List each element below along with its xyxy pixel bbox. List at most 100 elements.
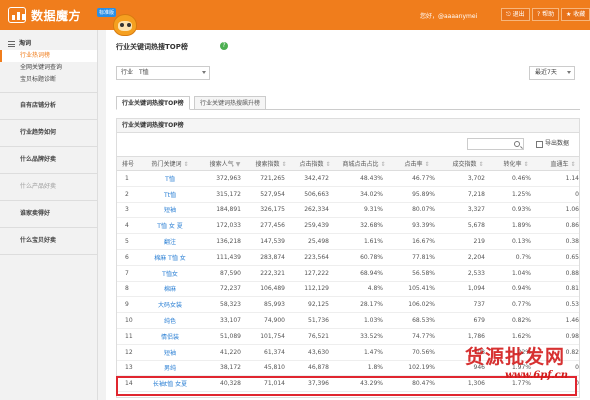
table-cell: 92,125 — [293, 296, 337, 314]
keyword-link[interactable]: 短袖 — [139, 202, 201, 219]
tab-rising-list[interactable]: 行业关键词热搜飙升榜 — [194, 96, 267, 110]
column-header[interactable]: 热门关键词 ⇕ — [139, 156, 201, 171]
table-cell: 147,539 — [249, 233, 293, 250]
table-cell: 223,564 — [293, 249, 337, 266]
table-cell: 2,204 — [443, 249, 493, 266]
sidebar-item-hot-words[interactable]: 行业热词榜 — [0, 50, 97, 62]
column-header[interactable]: 排号 — [117, 156, 139, 171]
help-button[interactable]: ? 帮助 — [532, 8, 560, 21]
help-icon[interactable]: ? — [220, 42, 228, 50]
table-cell: 1.03% — [337, 312, 391, 329]
column-header[interactable]: 点击率 ⇕ — [391, 156, 443, 171]
column-header[interactable]: 商城点击占比 ⇕ — [337, 156, 391, 171]
table-cell: 6 — [117, 249, 139, 266]
table-cell: 127,222 — [293, 265, 337, 282]
table-cell: 9 — [117, 296, 139, 314]
keyword-link[interactable]: 长袖t恤 女夏 — [139, 375, 201, 393]
keyword-link[interactable]: T恤 女 夏 — [139, 217, 201, 235]
table-cell: 262,334 — [293, 202, 337, 219]
sort-icon[interactable]: ⇕ — [183, 161, 188, 168]
sidebar-link-product[interactable]: 什么产品好卖 — [0, 174, 97, 201]
logo-icon — [8, 7, 26, 23]
table-cell: 71,014 — [249, 375, 293, 393]
logout-button[interactable]: ⎋ 退出 — [501, 8, 530, 21]
sidebar-link-industry-trend[interactable]: 行业趋势如何 — [0, 120, 97, 147]
table-cell: 106,489 — [249, 281, 293, 298]
table-cell: 5 — [117, 233, 139, 250]
table-cell: 184,891 — [201, 202, 249, 219]
industry-filter[interactable]: 行业 T恤 — [116, 66, 210, 80]
column-header[interactable]: 点击指数 ⇕ — [293, 156, 337, 171]
menu-icon — [8, 41, 15, 47]
table-cell: 0.38 — [539, 233, 579, 250]
export-button[interactable]: 导出数据 — [536, 138, 569, 150]
table-cell: 0.82% — [493, 312, 539, 329]
column-header[interactable]: 转化率 ⇕ — [493, 156, 539, 171]
table-cell: 7,218 — [443, 186, 493, 203]
table-cell: 222,321 — [249, 265, 293, 282]
table-header-row: 排号 热门关键词 ⇕ 搜索人气 ▼ 搜索指数 ⇕ 点击指数 ⇕ 商城点击占比 ⇕ 点击率 ⇕ 成交指数 ⇕ 转… — [117, 156, 579, 171]
sort-icon[interactable]: ⇕ — [570, 161, 575, 168]
table-cell: 315,172 — [201, 186, 249, 203]
keyword-link[interactable]: Tt恤 — [139, 186, 201, 203]
table-cell: 1.8% — [337, 360, 391, 377]
sidebar-link-seller[interactable]: 谁家卖得好 — [0, 201, 97, 228]
edition-badge: 标准版 — [97, 8, 117, 17]
keyword-link[interactable]: T恤 — [139, 170, 201, 187]
table-cell: 0.86 — [539, 217, 579, 235]
table-cell: 68.94% — [337, 265, 391, 282]
sort-icon[interactable]: ⇕ — [281, 161, 286, 168]
date-range-select[interactable]: 最近7天 — [529, 66, 575, 80]
keyword-link[interactable]: 大码女装 — [139, 296, 201, 314]
sort-icon[interactable]: ⇕ — [380, 161, 385, 168]
keyword-link[interactable]: 棉麻 T恤 女 — [139, 249, 201, 266]
sort-icon[interactable]: ⇕ — [478, 161, 483, 168]
sidebar-item-keyword-query[interactable]: 全网关键词查询 — [0, 62, 97, 74]
column-header[interactable]: 搜索指数 ⇕ — [249, 156, 293, 171]
keyword-link[interactable]: 棉麻 — [139, 281, 201, 298]
table-row: 9 大码女装 58,323 85,993 92,125 28.17% 106.02% 737 0… — [117, 296, 579, 314]
table-cell: 46,878 — [293, 360, 337, 377]
sort-icon[interactable]: ⇕ — [325, 161, 330, 168]
table-cell: 1.89% — [493, 217, 539, 235]
table-cell: 0.94% — [493, 281, 539, 298]
table-cell: 56.58% — [391, 265, 443, 282]
table-cell: 76,521 — [293, 328, 337, 345]
table-cell: 40,328 — [201, 375, 249, 393]
sort-icon[interactable]: ⇕ — [523, 161, 528, 168]
table-cell: 0 — [539, 186, 579, 203]
keyword-link[interactable]: 短袖 — [139, 344, 201, 361]
table-cell: 14 — [117, 375, 139, 393]
sidebar-link-brand[interactable]: 什么品牌好卖 — [0, 147, 97, 174]
keyword-link[interactable]: 翻注 — [139, 233, 201, 250]
sidebar-group-taoci: 淘词 行业热词榜 全网关键词查询 宝贝标题诊断 — [0, 30, 97, 93]
table-cell: 28.17% — [337, 296, 391, 314]
column-header[interactable]: 直通车 ⇕ — [539, 156, 579, 171]
sidebar-group-title[interactable]: 淘词 — [0, 38, 97, 50]
sort-icon[interactable]: ▼ — [236, 161, 241, 168]
sidebar-link-item[interactable]: 什么宝贝好卖 — [0, 228, 97, 255]
table-cell: 0.65 — [539, 249, 579, 266]
keyword-link[interactable]: 男纯 — [139, 360, 201, 377]
table-cell: 74,900 — [249, 312, 293, 329]
table-cell: 527,954 — [249, 186, 293, 203]
sidebar-link-shop-analysis[interactable]: 自有店铺分析 — [0, 93, 97, 120]
keyword-link[interactable]: 纯色 — [139, 312, 201, 329]
keyword-link[interactable]: T恤女 — [139, 265, 201, 282]
favorite-button[interactable]: ★ 收藏 — [561, 8, 590, 21]
column-header[interactable]: 成交指数 ⇕ — [443, 156, 493, 171]
table-cell: 8 — [117, 281, 139, 298]
table-cell: 12 — [117, 344, 139, 361]
sidebar-item-title-diagnosis[interactable]: 宝贝标题诊断 — [0, 74, 97, 86]
table-cell: 1.14 — [539, 170, 579, 187]
keyword-link[interactable]: 情侣装 — [139, 328, 201, 345]
search-icon[interactable] — [514, 141, 520, 147]
tab-top-list[interactable]: 行业关键词热搜TOP榜 — [116, 96, 190, 110]
search-input[interactable] — [467, 138, 524, 150]
watermark-text: 货源批发网 — [465, 346, 566, 368]
table-cell: 219 — [443, 233, 493, 250]
table-cell: 0.46% — [493, 170, 539, 187]
top-header: 数据魔方 标准版 您好，@aaaanymei ⎋ 退出 ? 帮助 ★ 收藏 — [0, 0, 590, 30]
column-header[interactable]: 搜索人气 ▼ — [201, 156, 249, 171]
sort-icon[interactable]: ⇕ — [424, 161, 429, 168]
